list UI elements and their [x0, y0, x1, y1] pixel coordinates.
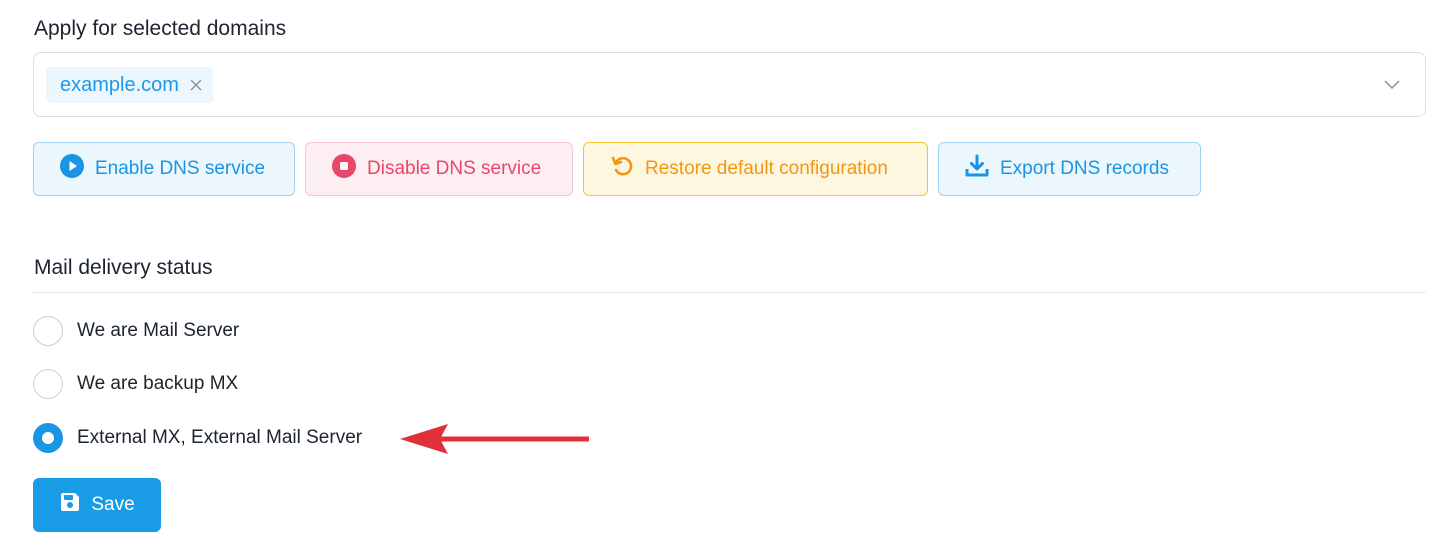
arrow-left-icon: [398, 422, 592, 461]
export-dns-button[interactable]: Export DNS records: [938, 142, 1201, 196]
save-icon: [59, 491, 81, 519]
radio-label: External MX, External Mail Server: [77, 427, 363, 448]
domain-tag: example.com: [46, 67, 213, 103]
restore-default-button[interactable]: Restore default configuration: [583, 142, 928, 196]
close-icon[interactable]: [189, 78, 203, 92]
export-dns-label: Export DNS records: [1000, 158, 1169, 179]
radio-button[interactable]: [33, 369, 63, 399]
domains-section-title: Apply for selected domains: [34, 17, 287, 40]
radio-label: We are backup MX: [77, 373, 239, 394]
radio-option-backup-mx[interactable]: We are backup MX: [33, 369, 238, 399]
save-button[interactable]: Save: [33, 478, 161, 532]
domain-multiselect[interactable]: example.com: [33, 52, 1426, 117]
save-label: Save: [91, 494, 135, 515]
radio-label: We are Mail Server: [77, 320, 240, 341]
mail-delivery-title: Mail delivery status: [34, 256, 213, 279]
play-circle-icon: [60, 154, 84, 184]
radio-option-mail-server[interactable]: We are Mail Server: [33, 316, 239, 346]
stop-circle-icon: [332, 154, 356, 184]
chevron-down-icon[interactable]: [1383, 75, 1401, 93]
domain-tag-label: example.com: [60, 73, 179, 96]
disable-dns-label: Disable DNS service: [367, 158, 542, 179]
enable-dns-button[interactable]: Enable DNS service: [33, 142, 295, 196]
section-divider: [33, 292, 1426, 293]
undo-icon: [610, 154, 634, 184]
download-icon: [965, 154, 989, 184]
restore-default-label: Restore default configuration: [645, 158, 888, 179]
radio-button-selected[interactable]: [33, 423, 63, 453]
radio-button[interactable]: [33, 316, 63, 346]
radio-option-external-mx[interactable]: External MX, External Mail Server: [33, 423, 362, 453]
enable-dns-label: Enable DNS service: [95, 158, 266, 179]
disable-dns-button[interactable]: Disable DNS service: [305, 142, 573, 196]
